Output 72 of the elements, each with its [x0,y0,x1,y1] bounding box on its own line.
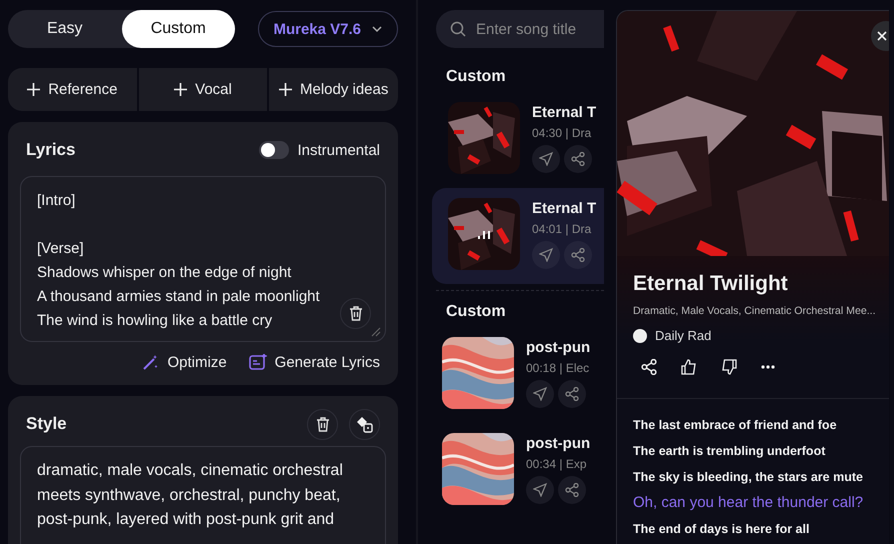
lyrics-action-button[interactable]: Generate Lyrics [248,354,380,371]
song-row[interactable]: post-pun 00:34 | Exp [426,423,604,519]
lyric-line: The sky is bleeding, the stars are mute [633,469,864,486]
dice-icon [356,416,373,432]
song-meta: 04:01 | Dra [532,222,592,236]
lyric-line: The last embrace of friend and foe [633,417,838,434]
paper-plane-icon [539,248,553,262]
group-title: Custom [446,303,507,321]
song-tags: Dramatic, Male Vocals, Cinematic Orchestral Mee... [633,304,876,318]
share-icon [565,387,579,401]
share-icon [641,359,657,375]
song-row[interactable]: Eternal T 04:30 | Dra [432,92,604,188]
plus-icon [278,83,292,96]
instrumental-toggle[interactable] [259,141,290,159]
send-button[interactable] [532,241,560,269]
song-title: Eternal T [532,104,596,121]
share-icon [571,248,585,262]
close-icon [877,31,887,41]
group-title: Custom [446,68,507,86]
like-button[interactable] [681,359,697,375]
song-title: post-pun [526,339,590,356]
send-button[interactable] [526,476,554,504]
send-button[interactable] [532,145,560,173]
search-field[interactable]: Enter song title [436,10,604,48]
lyric-line: The end of days is here for all [633,521,810,538]
plus-icon [27,83,40,96]
lyric-line: The earth is trembling underfoot [633,443,826,460]
style-title: Style [26,414,67,434]
lyrics-sheet-icon [248,354,267,371]
mode-tab[interactable]: Easy [8,10,122,48]
share-button[interactable] [641,359,657,375]
trash-icon [348,306,362,321]
paper-plane-icon [533,387,547,401]
share-icon [571,152,585,166]
add-button[interactable]: Reference [8,68,137,111]
trash-icon [316,416,330,432]
style-field[interactable]: dramatic, male vocals, cinematic orchestral meets synthwave, orchestral, punchy beat, post-punk, layered with post-punk grit and [20,446,386,544]
mode-tab[interactable]: Custom [122,10,235,48]
lyrics-text: [Intro] [Verse] Shadows whisper on the edge of night A thousand armies stand in pale moonlight The wind is howling like a battle cry [37,191,321,331]
add-button[interactable]: Vocal [138,68,268,111]
song-row[interactable]: post-pun 00:18 | Elec [426,327,604,423]
plus-icon [174,83,188,96]
author-name[interactable]: Daily Rad [655,328,712,343]
song-meta: 00:34 | Exp [526,457,588,471]
song-title: Eternal Twilight [633,272,789,296]
thumbs-down-icon [721,359,737,375]
delete-button[interactable] [307,408,338,440]
model-dropdown[interactable]: Mureka V7.6 [258,11,398,47]
song-title: post-pun [526,435,590,452]
paper-plane-icon [533,483,547,497]
lyrics-title: Lyrics [26,140,76,160]
thumbs-up-icon [681,359,697,375]
more-icon [761,365,775,369]
resize-grip-icon [371,327,381,337]
search-icon [450,21,466,37]
song-meta: 04:30 | Dra [532,126,592,140]
dislike-button[interactable] [721,359,737,375]
paper-plane-icon [539,152,553,166]
lyrics-action-button[interactable]: Optimize [142,354,227,371]
random-style-button[interactable] [349,408,380,440]
instrumental-label: Instrumental [297,142,380,158]
song-row[interactable]: Eternal T 04:01 | Dra [432,188,604,284]
delete-button[interactable] [340,298,371,329]
lyric-line: Oh, can you hear the thunder call? [633,495,864,513]
avatar-icon [633,328,647,342]
add-button[interactable]: Melody ideas [269,68,398,111]
song-title: Eternal T [532,200,596,217]
lyrics-field[interactable]: [Intro] [Verse] Shadows whisper on the edge of night A thousand armies stand in pale moonlight The wind is howling like a battle cry [20,176,386,342]
share-icon [565,483,579,497]
magic-wand-icon [142,354,160,371]
song-meta: 00:18 | Elec [526,361,590,375]
send-button[interactable] [526,380,554,408]
